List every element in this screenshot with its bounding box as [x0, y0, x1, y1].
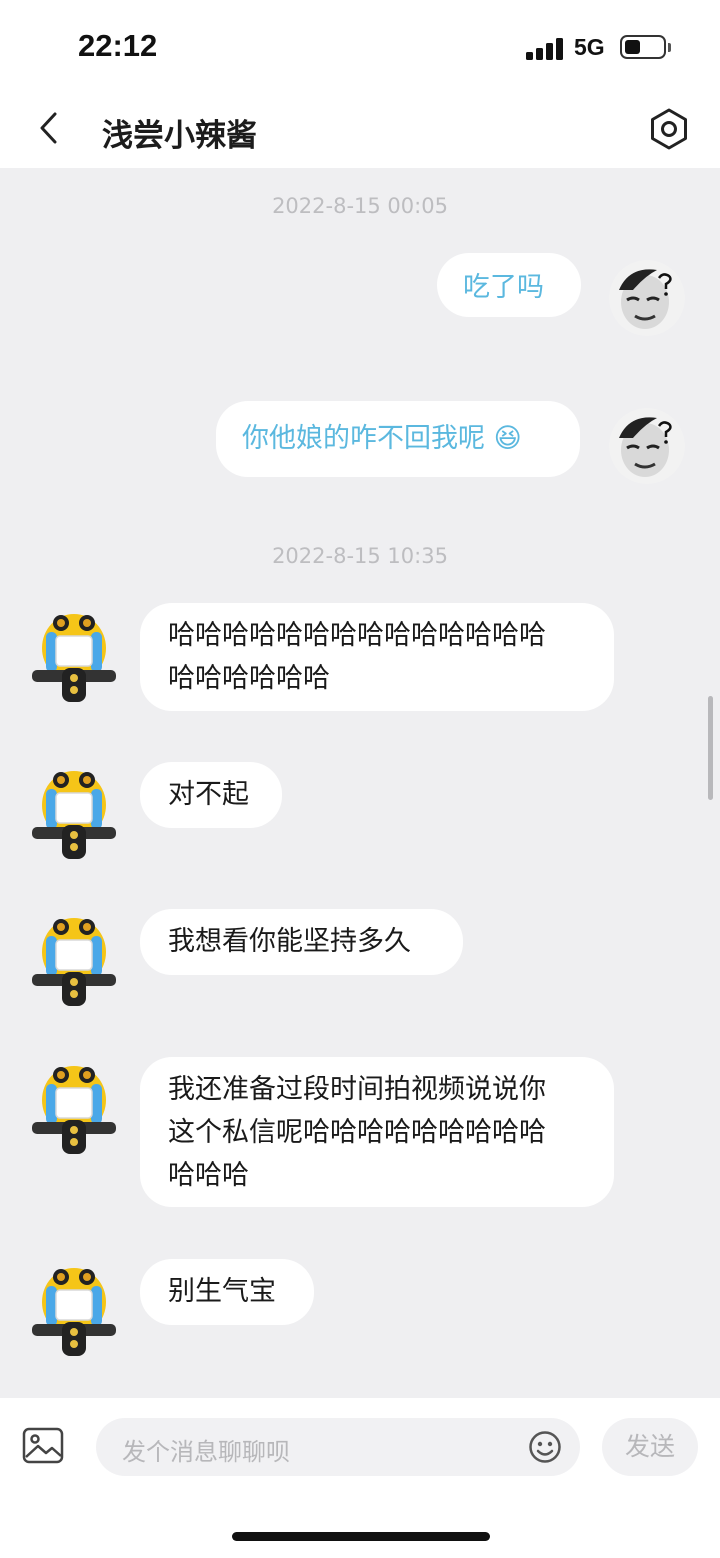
contact-avatar[interactable] [32, 1264, 120, 1356]
scrollbar[interactable] [708, 696, 713, 800]
message-line: 对不起 [168, 779, 249, 810]
settings-button[interactable] [646, 106, 692, 152]
network-type: 5G [574, 34, 605, 60]
hexagon-gear-icon [651, 108, 687, 150]
my-avatar[interactable] [609, 260, 685, 336]
message-list[interactable]: 2022-8-15 00:05 吃了吗 你他娘的咋不回我呢 😆 2022-8-1… [0, 168, 720, 1398]
received-message-bubble[interactable]: 别生气宝 [140, 1259, 314, 1325]
message-timestamp: 2022-8-15 10:35 [272, 544, 448, 568]
battery-fill [625, 40, 640, 54]
received-message-bubble[interactable]: 我还准备过段时间拍视频说说你 这个私信呢哈哈哈哈哈哈哈哈哈 哈哈哈 [140, 1057, 614, 1207]
emoji-button[interactable] [528, 1430, 562, 1464]
message-input[interactable]: 发个消息聊聊呗 [96, 1418, 580, 1476]
message-line: 别生气宝 [168, 1276, 276, 1307]
meme-face-avatar-icon [609, 260, 685, 336]
meme-face-avatar-icon [609, 408, 685, 484]
message-line: 哈哈哈 [168, 1160, 249, 1191]
my-avatar[interactable] [609, 408, 685, 484]
smiley-icon [529, 1431, 561, 1463]
sent-message-bubble[interactable]: 吃了吗 [437, 253, 581, 317]
input-bar: 发个消息聊聊呗 发送 [0, 1398, 720, 1558]
contact-avatar[interactable] [32, 1062, 120, 1154]
message-line: 我还准备过段时间拍视频说说你 [168, 1074, 546, 1105]
crying-emoji-avatar-icon [32, 918, 116, 1006]
crying-emoji-avatar-icon [32, 771, 116, 859]
message-line: 这个私信呢哈哈哈哈哈哈哈哈哈 [168, 1117, 546, 1148]
sent-message-bubble[interactable]: 你他娘的咋不回我呢 😆 [216, 401, 580, 477]
crying-emoji-avatar-icon [32, 1066, 116, 1154]
status-time: 22:12 [78, 28, 158, 63]
chevron-left-icon [40, 112, 57, 144]
chat-title: 浅尝小辣酱 [102, 118, 257, 154]
battery-icon [620, 35, 666, 59]
crying-emoji-avatar-icon [32, 1268, 116, 1356]
image-button[interactable] [22, 1426, 66, 1466]
received-message-bubble[interactable]: 哈哈哈哈哈哈哈哈哈哈哈哈哈哈 哈哈哈哈哈哈 [140, 603, 614, 711]
chat-header: 浅尝小辣酱 [0, 90, 720, 168]
image-icon [22, 1427, 64, 1464]
home-indicator[interactable] [232, 1532, 490, 1541]
message-line: 我想看你能坚持多久 [168, 926, 411, 957]
message-timestamp: 2022-8-15 00:05 [272, 194, 448, 218]
message-line: 哈哈哈哈哈哈哈哈哈哈哈哈哈哈 [168, 620, 546, 651]
message-text: 吃了吗 [463, 272, 544, 303]
contact-avatar[interactable] [32, 610, 120, 702]
contact-avatar[interactable] [32, 914, 120, 1006]
contact-avatar[interactable] [32, 767, 120, 859]
received-message-bubble[interactable]: 对不起 [140, 762, 282, 828]
message-line: 哈哈哈哈哈哈 [168, 663, 330, 694]
send-button[interactable]: 发送 [602, 1418, 698, 1476]
message-text: 你他娘的咋不回我呢 [242, 423, 485, 454]
battery-nub [668, 43, 671, 52]
signal-icon [526, 38, 564, 60]
status-bar: 22:12 5G [0, 0, 720, 90]
received-message-bubble[interactable]: 我想看你能坚持多久 [140, 909, 463, 975]
grinning-squint-emoji: 😆 [493, 423, 522, 454]
crying-emoji-avatar-icon [32, 614, 116, 702]
back-button[interactable] [30, 104, 70, 152]
message-input-placeholder: 发个消息聊聊呗 [122, 1438, 290, 1466]
